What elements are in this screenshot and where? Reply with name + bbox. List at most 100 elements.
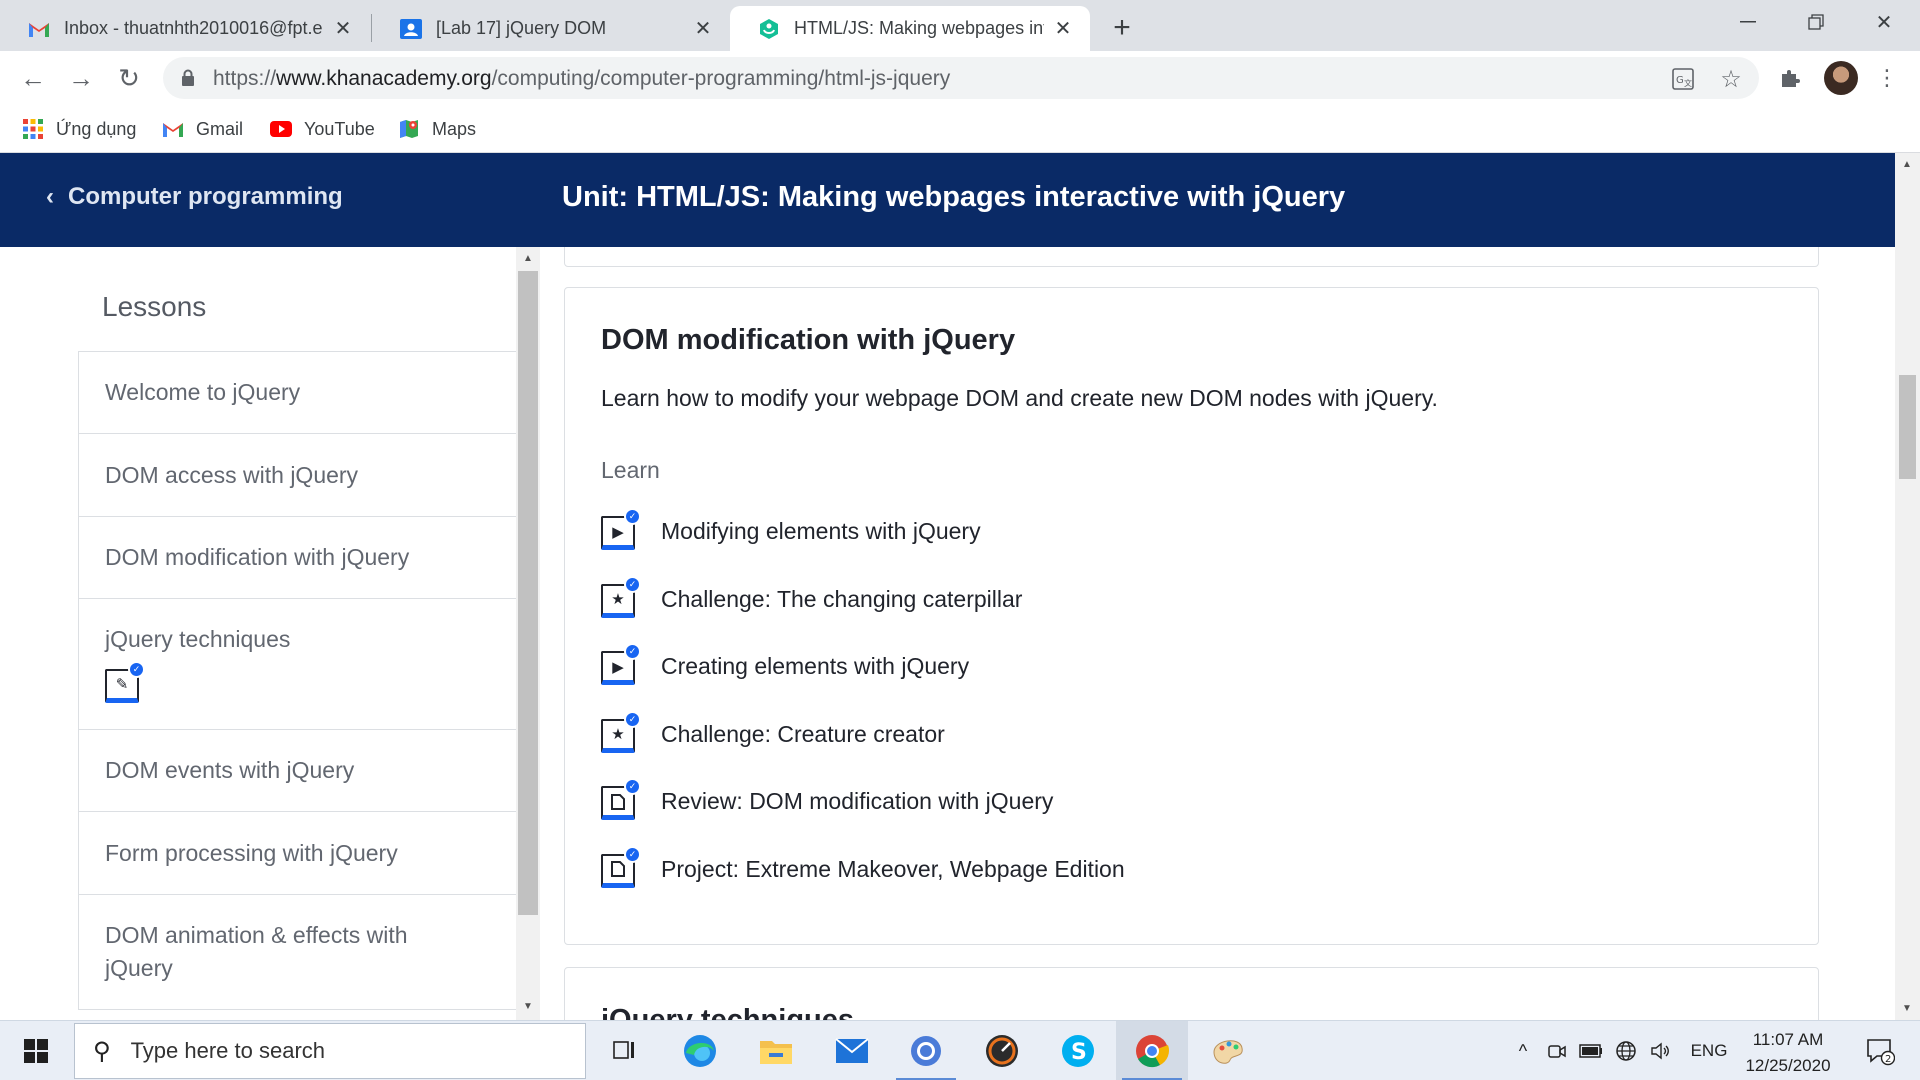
content-item[interactable]: ★ ✓ Challenge: Creature creator	[601, 710, 1125, 785]
close-tab-icon[interactable]: ✕	[332, 18, 354, 40]
content-item[interactable]: ▶ ✓ Creating elements with jQuery	[601, 643, 1125, 717]
paint-icon[interactable]	[1192, 1021, 1264, 1080]
page-scrollbar-thumb[interactable]	[1899, 375, 1916, 479]
lesson-label: Welcome to jQuery	[105, 379, 301, 405]
task-view-icon[interactable]	[588, 1021, 660, 1080]
network-globe-icon[interactable]	[1610, 1021, 1642, 1080]
svg-text:S: S	[1071, 1040, 1087, 1065]
lesson-title[interactable]: DOM modification with jQuery	[601, 324, 1015, 357]
checkmark-icon: ✓	[624, 643, 641, 661]
address-bar[interactable]: https://www.khanacademy.org/computing/co…	[163, 57, 1759, 99]
tab-title: Inbox - thuatnhth2010016@fpt.e	[64, 18, 323, 38]
article-icon: ✓	[601, 778, 641, 821]
close-tab-icon[interactable]: ✕	[1052, 18, 1074, 40]
tab-gmail[interactable]: Inbox - thuatnhth2010016@fpt.e ✕	[0, 6, 370, 51]
lessons-sidebar: Lessons Welcome to jQuery DOM access wit…	[0, 247, 540, 1020]
sidebar-scrollbar-thumb[interactable]	[518, 271, 538, 915]
bookmark-label: Maps	[432, 118, 477, 139]
translate-icon[interactable]: G文	[1669, 65, 1697, 93]
back-arrow-icon[interactable]: ←	[16, 61, 50, 95]
windows-taskbar: ⚲ Type here to search S ^ ENG 11:07 AM 1…	[0, 1020, 1920, 1080]
maps-icon	[398, 118, 420, 140]
youtube-icon	[270, 118, 292, 140]
content-item[interactable]: ▶ ✓ Modifying elements with jQuery	[601, 508, 1125, 582]
taskbar-search-box[interactable]: ⚲ Type here to search	[74, 1023, 586, 1079]
file-explorer-icon[interactable]	[740, 1021, 812, 1080]
bookmarks-bar: Ứng dụng Gmail YouTube Maps	[0, 105, 1920, 153]
content-item[interactable]: ✓ Review: DOM modification with jQuery	[601, 778, 1125, 852]
challenge-star-icon: ★ ✓	[601, 575, 641, 618]
content-item-label[interactable]: Modifying elements with jQuery	[661, 514, 981, 548]
url-text[interactable]: https://www.khanacademy.org/computing/co…	[213, 67, 950, 91]
chrome-icon[interactable]	[1116, 1021, 1188, 1080]
previous-lesson-card	[564, 247, 1819, 267]
bookmark-apps[interactable]: Ứng dụng	[22, 115, 136, 143]
chrome-remote-icon[interactable]	[890, 1021, 962, 1080]
forward-arrow-icon[interactable]: →	[64, 61, 98, 95]
practice-badge-icon: ✎ ✓	[105, 660, 145, 703]
content-item-label[interactable]: Challenge: Creature creator	[661, 717, 945, 751]
meet-now-icon[interactable]	[1542, 1021, 1572, 1080]
bookmark-youtube[interactable]: YouTube	[270, 115, 375, 143]
lesson-list: Welcome to jQuery DOM access with jQuery…	[78, 351, 516, 1010]
tab-lab17[interactable]: [Lab 17] jQuery DOM ✕	[372, 6, 730, 51]
windows-start-icon[interactable]	[0, 1021, 72, 1080]
gmail-icon	[162, 118, 184, 140]
close-tab-icon[interactable]: ✕	[692, 18, 714, 40]
content-item-label[interactable]: Challenge: The changing caterpillar	[661, 582, 1022, 616]
lesson-item-dom-access[interactable]: DOM access with jQuery	[79, 433, 516, 516]
scroll-up-arrow-icon[interactable]: ▲	[1902, 159, 1912, 170]
next-lesson-title[interactable]: jQuery techniques	[601, 1004, 854, 1020]
bookmark-star-icon[interactable]: ☆	[1717, 65, 1745, 93]
restore-button[interactable]	[1786, 0, 1846, 44]
lesson-label: DOM access with jQuery	[105, 461, 359, 488]
edge-browser-icon[interactable]	[664, 1021, 736, 1080]
skype-icon[interactable]: S	[1042, 1021, 1114, 1080]
scroll-up-arrow-icon[interactable]: ▲	[523, 253, 533, 264]
mail-icon[interactable]	[816, 1021, 888, 1080]
checkmark-icon: ✓	[624, 508, 641, 525]
checkmark-icon: ✓	[624, 575, 641, 593]
extensions-puzzle-icon[interactable]	[1775, 63, 1805, 93]
lesson-item-dom-events[interactable]: DOM events with jQuery	[79, 729, 516, 811]
scroll-down-arrow-icon[interactable]: ▼	[1902, 1003, 1912, 1014]
speedometer-app-icon[interactable]	[966, 1021, 1038, 1080]
taskbar-clock[interactable]: 11:07 AM 12/25/2020	[1740, 1027, 1836, 1079]
content-item-label[interactable]: Project: Extreme Makeover, Webpage Editi…	[661, 852, 1125, 886]
input-language-indicator[interactable]: ENG	[1684, 1021, 1734, 1080]
back-link-label: Computer programming	[68, 183, 343, 210]
lesson-item-jquery-techniques[interactable]: jQuery techniques ✎ ✓	[79, 598, 516, 729]
lesson-item-dom-animation[interactable]: DOM animation & effects with jQuery	[79, 894, 516, 1010]
lesson-item-welcome[interactable]: Welcome to jQuery	[79, 351, 516, 433]
page-scrollbar[interactable]: ▲ ▼	[1895, 153, 1920, 1020]
back-to-course-link[interactable]: ‹ Computer programming	[46, 183, 343, 211]
tab-title: HTML/JS: Making webpages inte	[794, 18, 1044, 38]
notification-center-icon[interactable]: 2	[1856, 1021, 1904, 1080]
next-lesson-card: jQuery techniques	[564, 967, 1819, 1020]
close-window-button[interactable]: ✕	[1854, 0, 1914, 44]
content-item[interactable]: ✓ Project: Extreme Makeover, Webpage Edi…	[601, 845, 1125, 920]
minimize-button[interactable]	[1718, 0, 1778, 44]
battery-icon[interactable]	[1576, 1021, 1606, 1080]
clock-time: 11:07 AM	[1752, 1030, 1824, 1049]
lesson-card: DOM modification with jQuery Learn how t…	[564, 287, 1819, 945]
lesson-item-form-processing[interactable]: Form processing with jQuery	[79, 811, 516, 894]
show-hidden-icons-chevron-icon[interactable]: ^	[1508, 1021, 1538, 1080]
tab-khan-academy[interactable]: HTML/JS: Making webpages inte ✕	[730, 6, 1090, 51]
content-item[interactable]: ★ ✓ Challenge: The changing caterpillar	[601, 575, 1125, 650]
more-menu-icon[interactable]: ⋮	[1872, 63, 1902, 93]
volume-icon[interactable]	[1646, 1021, 1676, 1080]
reload-icon[interactable]: ↻	[112, 61, 146, 95]
browser-toolbar: ← → ↻ https://www.khanacademy.org/comput…	[0, 51, 1920, 105]
svg-text:G: G	[1676, 75, 1684, 86]
bookmark-gmail[interactable]: Gmail	[162, 115, 243, 143]
lesson-item-dom-modification[interactable]: DOM modification with jQuery	[79, 516, 516, 598]
bookmark-maps[interactable]: Maps	[398, 115, 476, 143]
new-tab-button[interactable]: +	[1104, 10, 1140, 46]
content-item-label[interactable]: Review: DOM modification with jQuery	[661, 784, 1053, 818]
url-path: /computing/computer-programming/html-js-…	[491, 67, 951, 90]
content-item-label[interactable]: Creating elements with jQuery	[661, 649, 969, 683]
scroll-down-arrow-icon[interactable]: ▼	[523, 1001, 533, 1012]
sidebar-scrollbar[interactable]: ▲ ▼	[516, 247, 540, 1020]
profile-avatar[interactable]	[1824, 61, 1858, 95]
